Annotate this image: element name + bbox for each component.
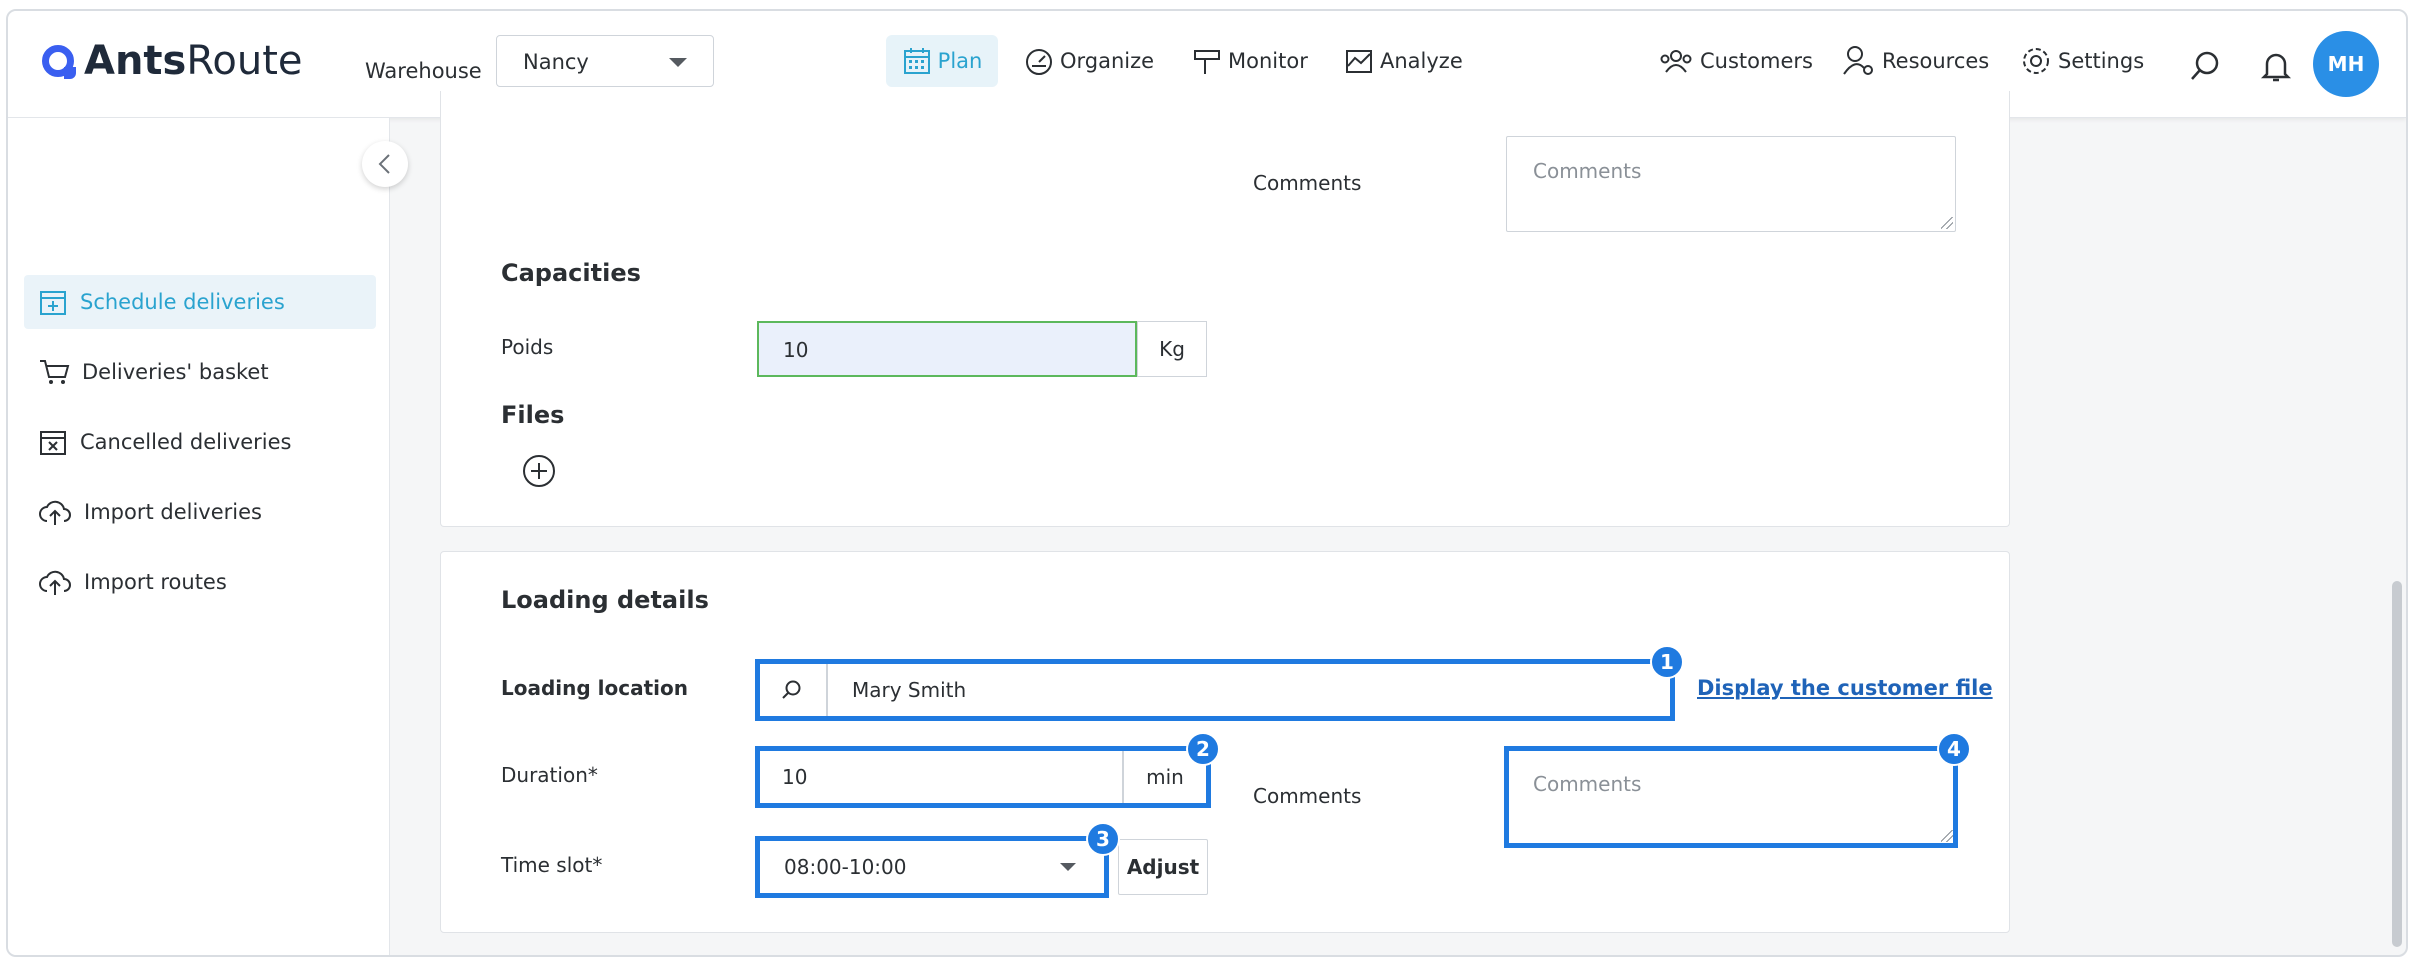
cart-icon — [40, 360, 70, 384]
warehouse-label: Warehouse — [365, 59, 482, 83]
user-avatar[interactable]: MH — [2313, 31, 2379, 97]
sidebar-item-import-routes[interactable]: Import routes — [24, 555, 376, 609]
comments-textarea[interactable]: Comments — [1506, 136, 1956, 232]
chevron-down-icon — [1060, 863, 1076, 871]
users-icon — [1660, 50, 1692, 73]
sidebar-item-label: Cancelled deliveries — [80, 430, 292, 454]
nav-organize[interactable]: Organize — [1024, 35, 1154, 87]
signpost-icon — [1194, 50, 1220, 74]
nav-monitor-label: Monitor — [1228, 49, 1308, 73]
sidebar-item-deliveries-basket[interactable]: Deliveries' basket — [24, 345, 376, 399]
chart-icon — [1346, 50, 1372, 73]
duration-value: 10 — [782, 765, 808, 789]
calendar-plus-icon — [40, 291, 66, 315]
poids-value: 10 — [783, 338, 809, 362]
timeslot-label: Time slot* — [501, 853, 603, 877]
nav-analyze-label: Analyze — [1380, 49, 1463, 73]
loading-location-label: Loading location — [501, 676, 689, 700]
sidebar-item-label: Schedule deliveries — [80, 290, 285, 314]
brand-name: AntsRoute — [84, 38, 303, 84]
app-window: AntsRoute Warehouse Nancy Plan Organize … — [6, 9, 2408, 957]
timeslot-select[interactable]: 08:00-10:00 — [757, 839, 1105, 895]
gauge-icon — [1026, 49, 1052, 75]
loading-comments-textarea[interactable]: Comments — [1506, 749, 1956, 845]
gear-icon — [2023, 48, 2049, 74]
poids-label: Poids — [501, 335, 554, 359]
loading-location-value: Mary Smith — [852, 678, 967, 702]
capacities-title: Capacities — [501, 259, 641, 287]
add-file-icon[interactable] — [521, 453, 557, 489]
timeslot-value: 08:00-10:00 — [784, 855, 907, 879]
files-title: Files — [501, 401, 565, 429]
loading-location-input[interactable]: Mary Smith — [827, 662, 1671, 718]
chevron-down-icon — [669, 58, 687, 67]
brand-logo[interactable]: AntsRoute — [42, 37, 303, 85]
logo-mark-icon — [42, 45, 76, 79]
calendar-x-icon — [40, 431, 66, 455]
nav-customers-label: Customers — [1700, 49, 1813, 73]
duration-input[interactable]: 10 — [757, 749, 1123, 805]
sidebar-item-import-deliveries[interactable]: Import deliveries — [24, 485, 376, 539]
resize-handle-icon[interactable] — [1941, 217, 1953, 229]
sidebar-item-label: Import routes — [84, 570, 227, 594]
loading-details-title: Loading details — [501, 586, 709, 614]
nav-customers[interactable]: Customers — [1658, 35, 1813, 87]
vertical-scrollbar[interactable] — [2392, 581, 2402, 947]
cloud-upload-icon — [39, 500, 71, 525]
cloud-upload-icon — [39, 570, 71, 595]
search-icon[interactable] — [2188, 49, 2222, 83]
calendar-icon — [903, 48, 930, 74]
search-icon — [782, 680, 801, 699]
warehouse-select[interactable]: Nancy — [496, 35, 714, 87]
nav-settings-label: Settings — [2058, 49, 2145, 73]
resize-handle-icon[interactable] — [1941, 830, 1953, 842]
loading-comments-label: Comments — [1253, 784, 1362, 808]
user-gear-icon — [1843, 46, 1873, 75]
comments-label: Comments — [1253, 171, 1362, 195]
brand-name-light: Route — [186, 38, 303, 84]
warehouse-value: Nancy — [523, 50, 589, 74]
location-search-button[interactable] — [757, 662, 827, 718]
marker-badge-2: 2 — [1186, 732, 1220, 766]
nav-plan-label: Plan — [937, 49, 983, 73]
sidebar-item-cancelled-deliveries[interactable]: Cancelled deliveries — [24, 415, 376, 469]
sidebar: Schedule deliveries Deliveries' basket C… — [8, 118, 390, 955]
poids-unit: Kg — [1137, 321, 1207, 377]
nav-monitor[interactable]: Monitor — [1192, 35, 1308, 87]
duration-label: Duration* — [501, 763, 598, 787]
brand-name-bold: Ants — [84, 38, 187, 84]
marker-badge-1: 1 — [1650, 645, 1684, 679]
loading-comments-placeholder: Comments — [1533, 772, 1642, 796]
comments-placeholder: Comments — [1533, 159, 1642, 183]
collapse-sidebar-button[interactable] — [362, 141, 408, 187]
bell-icon[interactable] — [2260, 49, 2292, 83]
nav-organize-label: Organize — [1060, 49, 1155, 73]
nav-analyze[interactable]: Analyze — [1344, 35, 1463, 87]
display-customer-file-link[interactable]: Display the customer file — [1697, 676, 1993, 700]
loading-details-card: Loading details Loading location Mary Sm… — [440, 551, 2010, 933]
marker-badge-4: 4 — [1937, 732, 1971, 766]
chevron-left-icon — [378, 154, 390, 174]
sidebar-item-schedule-deliveries[interactable]: Schedule deliveries — [24, 275, 376, 329]
poids-input[interactable]: 10 — [757, 321, 1137, 377]
nav-resources[interactable]: Resources — [1842, 35, 1989, 87]
nav-resources-label: Resources — [1882, 49, 1990, 73]
adjust-button[interactable]: Adjust — [1118, 839, 1208, 895]
delivery-details-card: Comments Comments Capacities Poids 10 Kg… — [440, 91, 2010, 527]
sidebar-item-label: Import deliveries — [84, 500, 262, 524]
nav-settings[interactable]: Settings — [2020, 35, 2144, 87]
nav-plan[interactable]: Plan — [886, 35, 998, 87]
marker-badge-3: 3 — [1086, 822, 1120, 856]
sidebar-item-label: Deliveries' basket — [82, 360, 269, 384]
